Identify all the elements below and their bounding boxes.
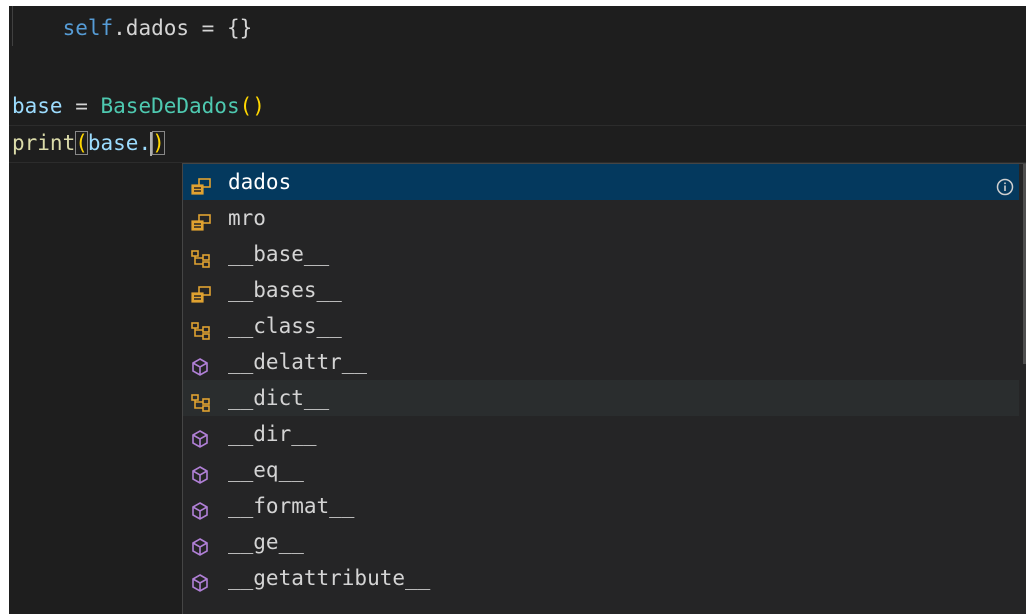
- method-icon: [190, 424, 212, 448]
- field-icon: [190, 208, 212, 231]
- suggestion-label: __dir__: [228, 422, 317, 446]
- code-editor[interactable]: self.dados = {} base = BaseDeDados() pri…: [0, 0, 1034, 614]
- operator-equals: =: [62, 94, 101, 118]
- suggestion-label: dados: [228, 170, 292, 194]
- parentheses: (): [239, 94, 265, 118]
- suggestion-label: mro: [228, 206, 266, 230]
- variable-base: base: [12, 94, 63, 118]
- screenshot-edge-left: [0, 0, 9, 614]
- suggestion-label: __class__: [228, 314, 342, 338]
- suggestion-label: __bases__: [228, 278, 342, 302]
- method-icon: [190, 568, 212, 592]
- code-line-4[interactable]: print(base.): [12, 126, 165, 160]
- field-icon: [190, 172, 212, 195]
- close-paren: ): [152, 131, 165, 155]
- info-icon[interactable]: [995, 172, 1015, 196]
- suggestion-label: __dict__: [228, 386, 330, 410]
- self-keyword: self: [62, 16, 114, 40]
- suggestion-widget[interactable]: dados mro __base__ __bases__ __class__ __dela…: [182, 163, 1034, 614]
- function-print: print: [12, 131, 76, 155]
- method-icon: [190, 460, 212, 484]
- suggestion-item[interactable]: __base__: [183, 236, 1019, 272]
- method-icon: [190, 496, 212, 520]
- suggestion-item[interactable]: __bases__: [183, 272, 1019, 308]
- argument-text: base.: [87, 131, 152, 155]
- suggestion-item[interactable]: __class__: [183, 308, 1019, 344]
- suggestion-label: __base__: [228, 242, 330, 266]
- suggestion-item[interactable]: __eq__: [183, 452, 1019, 488]
- suggestion-label: __delattr__: [228, 350, 368, 374]
- suggestion-label: __ge__: [228, 530, 304, 554]
- suggestion-item[interactable]: dados: [183, 164, 1019, 200]
- suggestion-label: __format__: [228, 494, 355, 518]
- screenshot-edge-right: [1026, 0, 1034, 614]
- field-icon: [190, 280, 212, 303]
- assignment-text: .dados = {}: [113, 16, 253, 40]
- suggestion-item[interactable]: __getattribute__: [183, 560, 1019, 596]
- method-icon: [190, 532, 212, 556]
- class-name: BaseDeDados: [100, 94, 240, 118]
- class-icon: [190, 316, 212, 340]
- suggestion-item[interactable]: __dict__: [183, 380, 1019, 416]
- class-icon: [190, 244, 212, 268]
- screenshot-edge-top: [0, 0, 1034, 6]
- suggestion-label: __eq__: [228, 458, 304, 482]
- suggestion-item[interactable]: __dir__: [183, 416, 1019, 452]
- code-line-1[interactable]: self.dados = {}: [12, 11, 253, 45]
- code-line-3[interactable]: base = BaseDeDados(): [12, 89, 265, 123]
- suggestion-label: __getattribute__: [228, 566, 431, 590]
- suggestion-item[interactable]: __ge__: [183, 524, 1019, 560]
- method-icon: [190, 352, 212, 376]
- class-icon: [190, 388, 212, 412]
- suggestion-item[interactable]: mro: [183, 200, 1019, 236]
- suggestion-item[interactable]: __format__: [183, 488, 1019, 524]
- suggestion-item[interactable]: __delattr__: [183, 344, 1019, 380]
- open-paren: (: [75, 131, 88, 155]
